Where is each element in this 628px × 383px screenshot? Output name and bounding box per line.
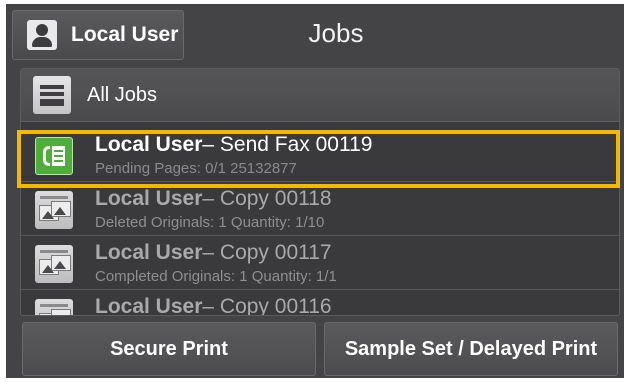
copy-icon [35, 191, 73, 229]
job-title: Local User– Copy 00116 [95, 295, 332, 316]
job-owner: Local User [95, 241, 203, 264]
job-owner: Local User [95, 133, 203, 156]
copy-icon [35, 245, 73, 283]
tray-icon [33, 76, 71, 114]
page-title: Jobs [308, 18, 364, 48]
job-detail: Deleted Originals: 1 Quantity: 1/10 [95, 214, 325, 231]
sample-set-delayed-print-button[interactable]: Sample Set / Delayed Print [324, 322, 618, 376]
copy-icon [35, 299, 73, 315]
fax-icon [35, 137, 73, 175]
job-owner: Local User [95, 295, 203, 316]
job-owner: Local User [95, 187, 203, 210]
job-name: – Copy 00118 [202, 187, 332, 210]
job-name: – Copy 00117 [202, 241, 332, 264]
secure-print-button[interactable]: Secure Print [22, 322, 316, 376]
job-name: – Send Fax 00119 [202, 133, 373, 156]
user-icon [27, 20, 57, 50]
job-title: Local User– Send Fax 00119 [95, 133, 372, 157]
job-row-copy-00116[interactable]: Local User– Copy 00116 [21, 292, 619, 316]
job-detail: Completed Originals: 1 Quantity: 1/1 [95, 268, 337, 285]
user-label: Local User [71, 23, 179, 46]
jobs-screen: Local User Jobs All Jobs Local User– Sen… [6, 4, 624, 378]
all-jobs-button[interactable]: All Jobs [21, 69, 619, 122]
job-detail: Pending Pages: 0/1 25132877 [95, 160, 297, 177]
job-name: – Copy 00116 [202, 295, 332, 316]
job-row-copy-00117[interactable]: Local User– Copy 00117 Completed Origina… [21, 238, 619, 290]
job-title: Local User– Copy 00117 [95, 241, 332, 265]
job-title: Local User– Copy 00118 [95, 187, 332, 211]
all-jobs-label: All Jobs [87, 83, 158, 106]
local-user-button[interactable]: Local User [12, 10, 184, 60]
job-row-send-fax[interactable]: Local User– Send Fax 00119 Pending Pages… [21, 130, 619, 182]
job-row-copy-00118[interactable]: Local User– Copy 00118 Deleted Originals… [21, 184, 619, 236]
job-list[interactable]: All Jobs Local User– Send Fax 00119 Pend… [20, 68, 620, 316]
